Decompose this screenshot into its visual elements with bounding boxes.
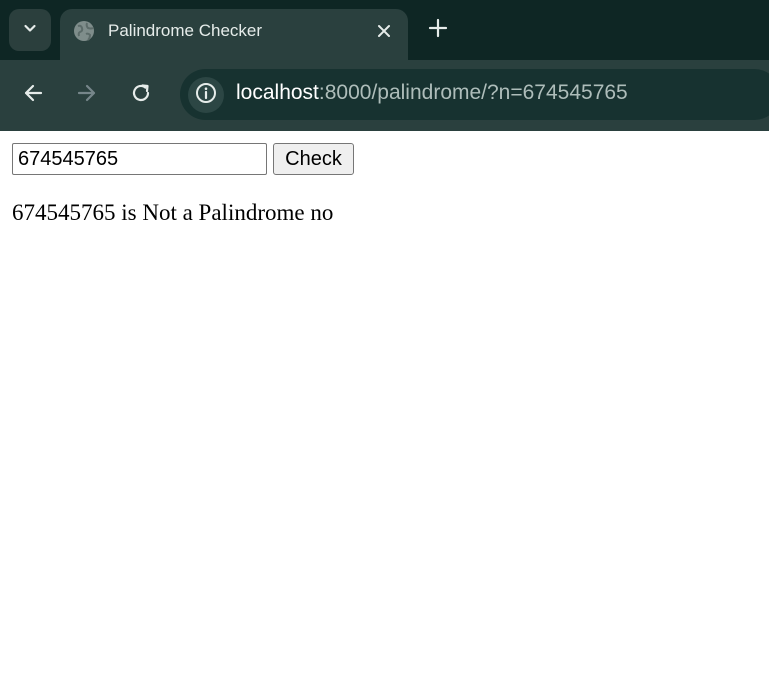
- toolbar: localhost:8000/palindrome/?n=674545765: [0, 60, 769, 131]
- reload-button[interactable]: [126, 80, 156, 110]
- site-info-button[interactable]: [188, 77, 224, 113]
- url-text: localhost:8000/palindrome/?n=674545765: [236, 81, 628, 105]
- plus-icon: [428, 18, 448, 42]
- forward-button[interactable]: [72, 80, 102, 110]
- address-bar[interactable]: localhost:8000/palindrome/?n=674545765: [180, 69, 769, 120]
- tab-search-button[interactable]: [9, 9, 51, 51]
- globe-icon: [73, 20, 95, 42]
- number-input[interactable]: [12, 143, 267, 175]
- close-icon[interactable]: [373, 20, 395, 42]
- tab-search-icon: [22, 20, 38, 40]
- browser-window: Palindrome Checker localhost:8000/palind…: [0, 0, 769, 675]
- tab-title: Palindrome Checker: [108, 21, 263, 40]
- forward-arrow-icon: [76, 82, 98, 108]
- new-tab-button[interactable]: [424, 16, 452, 44]
- result-text: 674545765 is Not a Palindrome no: [12, 200, 334, 225]
- tab-strip: Palindrome Checker: [0, 0, 769, 60]
- url-path: :8000/palindrome/?n=674545765: [318, 81, 628, 104]
- info-icon: [195, 82, 217, 108]
- tab-palindrome-checker[interactable]: Palindrome Checker: [60, 9, 408, 60]
- reload-icon: [130, 82, 152, 108]
- page-content: Check 674545765 is Not a Palindrome no: [0, 131, 769, 675]
- back-arrow-icon: [22, 82, 44, 108]
- back-button[interactable]: [18, 80, 48, 110]
- check-button[interactable]: Check: [273, 143, 354, 175]
- url-host: localhost: [236, 81, 319, 104]
